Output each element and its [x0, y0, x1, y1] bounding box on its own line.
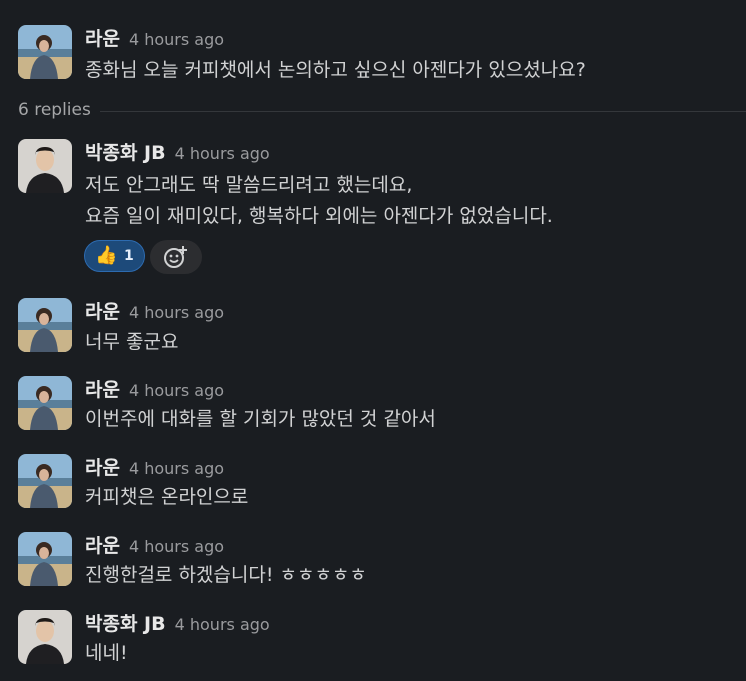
avatar-raun[interactable] — [18, 25, 72, 79]
author-name[interactable]: 라운 — [85, 379, 120, 401]
timestamp[interactable]: 4 hours ago — [129, 459, 224, 478]
message-text-line: 요즘 일이 재미있다, 행복하다 외에는 아젠다가 없었습니다. — [85, 205, 553, 227]
timestamp[interactable]: 4 hours ago — [175, 144, 270, 163]
message-header: 라운 4 hours ago — [85, 297, 224, 324]
avatar-raun[interactable] — [18, 376, 72, 430]
message-header: 라운 4 hours ago — [85, 453, 224, 480]
message-header: 라운 4 hours ago — [85, 24, 224, 51]
message-text: 종화님 오늘 커피챗에서 논의하고 싶으신 아젠다가 있으셨나요? — [85, 59, 586, 81]
reaction-count: 1 — [124, 248, 134, 264]
avatar-jb[interactable] — [18, 139, 72, 193]
avatar-raun[interactable] — [18, 454, 72, 508]
message-text: 진행한걸로 하겠습니다! ㅎㅎㅎㅎㅎ — [85, 564, 367, 586]
author-name[interactable]: 박종화 JB — [85, 142, 166, 164]
replies-count: 6 replies — [18, 100, 91, 120]
avatar-raun[interactable] — [18, 532, 72, 586]
message-text: 이번주에 대화를 할 기회가 많았던 것 같아서 — [85, 408, 436, 430]
timestamp[interactable]: 4 hours ago — [129, 30, 224, 49]
divider-line — [100, 111, 746, 112]
author-name[interactable]: 라운 — [85, 535, 120, 557]
timestamp[interactable]: 4 hours ago — [129, 381, 224, 400]
timestamp[interactable]: 4 hours ago — [129, 537, 224, 556]
message-text: 네네! — [85, 642, 128, 664]
replies-divider: 6 replies — [18, 98, 746, 126]
message-header: 박종화 JB 4 hours ago — [85, 609, 270, 636]
message-header: 라운 4 hours ago — [85, 531, 224, 558]
add-emoji-icon — [164, 246, 187, 268]
message-text: 너무 좋군요 — [85, 331, 179, 353]
author-name[interactable]: 라운 — [85, 28, 120, 50]
avatar-jb[interactable] — [18, 610, 72, 664]
thumbs-up-icon: 👍 — [95, 245, 118, 266]
author-name[interactable]: 라운 — [85, 457, 120, 479]
message-header: 라운 4 hours ago — [85, 375, 224, 402]
message-text: 커피챗은 온라인으로 — [85, 486, 249, 508]
author-name[interactable]: 박종화 JB — [85, 613, 166, 635]
message-text-line: 저도 안그래도 딱 말씀드리려고 했는데요, — [85, 174, 413, 196]
add-reaction-button[interactable] — [150, 240, 202, 274]
avatar-raun[interactable] — [18, 298, 72, 352]
timestamp[interactable]: 4 hours ago — [129, 303, 224, 322]
timestamp[interactable]: 4 hours ago — [175, 615, 270, 634]
message-header: 박종화 JB 4 hours ago — [85, 138, 270, 165]
author-name[interactable]: 라운 — [85, 301, 120, 323]
reaction-thumbs-up[interactable]: 👍 1 — [84, 240, 145, 272]
